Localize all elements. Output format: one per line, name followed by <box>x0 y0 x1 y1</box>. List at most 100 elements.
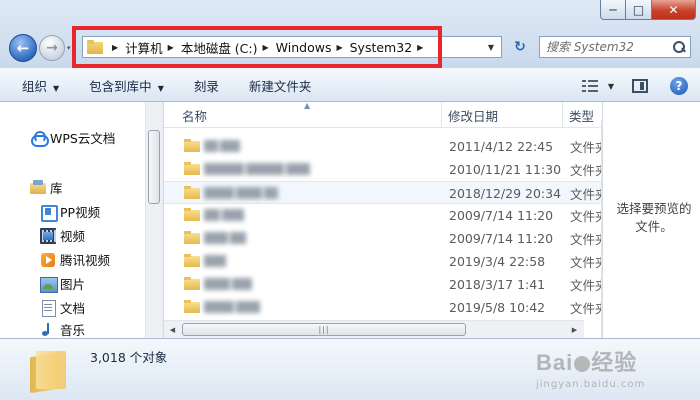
file-date-modified: 2009/7/14 11:20 <box>449 231 554 246</box>
file-row[interactable]: 2019/5/8 10:42 文件夹 <box>164 296 602 319</box>
view-details-icon[interactable] <box>581 80 598 92</box>
video-icon <box>40 227 56 244</box>
file-type: 文件夹 <box>570 232 602 247</box>
scroll-left-arrow-icon[interactable]: ◀ <box>164 321 181 338</box>
scrollbar-thumb[interactable] <box>148 130 160 204</box>
file-type: 文件夹 <box>570 209 602 224</box>
file-row[interactable]: 2011/4/12 22:45 文件夹 <box>164 135 602 158</box>
sidebar-item-label: 图片 <box>60 277 86 292</box>
sidebar-item-label: 视频 <box>60 229 86 244</box>
folder-icon <box>184 139 200 152</box>
title-bar: ─ □ ✕ ← → ▾ ▶ 计算机 ▶ 本地磁盘 (C:) ▶ Windows … <box>0 0 700 68</box>
sidebar-item-pictures[interactable]: 图片 <box>40 274 85 293</box>
view-controls: ▼ ? <box>581 69 700 103</box>
organize-menu-button[interactable]: 组织 ▼ <box>22 76 59 95</box>
paw-icon <box>574 356 591 372</box>
search-box[interactable] <box>539 36 691 58</box>
baidu-jingyan-watermark: Bai 经验 jingyan.baidu.com <box>536 345 696 395</box>
refresh-button[interactable]: ↻ <box>508 36 532 58</box>
file-list-pane: ▲ 名称 修改日期 类型 2011/4/12 22:45 文件夹 2010/11… <box>163 101 602 338</box>
file-date-modified: 2010/11/21 11:30 <box>449 162 562 177</box>
redacted-file-name <box>204 278 254 290</box>
folder-icon <box>184 186 200 199</box>
file-date-modified: 2018/3/17 1:41 <box>449 277 546 292</box>
folder-icon <box>184 231 200 244</box>
burn-button[interactable]: 刻录 <box>194 76 219 95</box>
file-date-modified: 2018/12/29 20:34 <box>449 186 562 201</box>
redacted-file-name <box>204 255 228 267</box>
help-icon[interactable]: ? <box>670 77 688 95</box>
column-header-date-modified[interactable]: 修改日期 <box>442 102 563 128</box>
sidebar-item-music[interactable]: 音乐 <box>40 321 85 338</box>
forward-button[interactable]: → <box>39 35 65 61</box>
library-icon <box>30 179 46 196</box>
file-row[interactable]: 2018/3/17 1:41 文件夹 <box>164 273 602 296</box>
details-pane: 3,018 个对象 Bai 经验 jingyan.baidu.com <box>0 338 700 400</box>
redacted-file-name <box>204 187 280 199</box>
file-type: 文件夹 <box>570 278 602 293</box>
file-type: 文件夹 <box>570 255 602 270</box>
scroll-down-arrow-icon[interactable] <box>146 321 162 338</box>
file-row-hovered[interactable]: 2018/12/29 20:34 文件夹 <box>164 181 602 204</box>
organize-label: 组织 <box>22 78 48 94</box>
file-date-modified: 2011/4/12 22:45 <box>449 139 554 154</box>
sidebar-item-label: 库 <box>50 181 63 196</box>
sidebar-item-documents[interactable]: 文档 <box>40 298 85 317</box>
navigation-pane-scrollbar[interactable] <box>145 102 162 338</box>
chevron-down-icon: ▼ <box>157 83 164 93</box>
file-list-horizontal-scrollbar[interactable]: ◀ ||| ▶ <box>164 320 584 338</box>
search-icon[interactable] <box>672 40 686 54</box>
chevron-down-icon: ▼ <box>53 83 60 93</box>
maximize-button[interactable]: □ <box>626 0 652 20</box>
redacted-file-name <box>204 140 242 152</box>
sidebar-item-label: 音乐 <box>60 323 86 338</box>
back-button[interactable]: ← <box>9 34 37 62</box>
file-row[interactable]: 2009/7/14 11:20 文件夹 <box>164 204 602 227</box>
include-in-library-label: 包含到库中 <box>89 78 152 94</box>
watermark-text-b: 经验 <box>591 350 638 375</box>
address-history-chevron-icon[interactable]: ▼ <box>480 36 502 58</box>
file-type: 文件夹 <box>570 187 602 202</box>
sidebar-item-label: 腾讯视频 <box>60 253 111 268</box>
item-count-label: 3,018 个对象 <box>90 350 168 365</box>
file-date-modified: 2019/3/4 22:58 <box>449 254 546 269</box>
redacted-file-name <box>204 163 312 175</box>
minimize-button[interactable]: ─ <box>600 0 626 20</box>
search-input[interactable] <box>546 40 666 54</box>
column-header-name[interactable]: 名称 <box>176 102 442 128</box>
pp-video-icon <box>40 204 58 222</box>
column-header-type[interactable]: 类型 <box>563 102 602 128</box>
sidebar-item-label: PP视频 <box>60 205 101 220</box>
file-row[interactable]: 2019/3/4 22:58 文件夹 <box>164 250 602 273</box>
sidebar-item-tencent-video[interactable]: 腾讯视频 <box>40 250 110 269</box>
watermark-text-a: Bai <box>536 350 574 375</box>
sidebar-item-wps-cloud[interactable]: WPS云文档 <box>30 128 115 147</box>
redacted-file-name <box>204 232 248 244</box>
music-icon <box>40 322 56 338</box>
address-highlight-box <box>72 26 442 68</box>
file-date-modified: 2009/7/14 11:20 <box>449 208 554 223</box>
sidebar-item-video[interactable]: 视频 <box>40 226 85 245</box>
folder-icon <box>184 254 200 267</box>
sidebar-item-pp-video[interactable]: PP视频 <box>40 202 101 222</box>
include-in-library-button[interactable]: 包含到库中 ▼ <box>89 76 164 95</box>
file-type: 文件夹 <box>570 163 602 178</box>
preview-pane-toggle-icon[interactable] <box>632 79 648 93</box>
close-button[interactable]: ✕ <box>652 0 696 20</box>
picture-icon <box>40 276 58 293</box>
new-folder-button[interactable]: 新建文件夹 <box>249 76 312 95</box>
sidebar-item-label: WPS云文档 <box>50 131 116 146</box>
view-options-chevron-icon[interactable]: ▼ <box>608 82 614 91</box>
file-row[interactable]: 2010/11/21 11:30 文件夹 <box>164 158 602 181</box>
scrollbar-thumb[interactable]: ||| <box>182 323 466 336</box>
document-icon <box>40 299 56 317</box>
sidebar-item-library[interactable]: 库 <box>30 178 63 197</box>
scroll-up-arrow-icon[interactable] <box>146 102 162 119</box>
file-row[interactable]: 2009/7/14 11:20 文件夹 <box>164 227 602 250</box>
folder-icon <box>184 162 200 175</box>
scroll-right-arrow-icon[interactable]: ▶ <box>566 321 583 338</box>
tencent-video-icon <box>40 252 56 268</box>
redacted-file-name <box>204 209 246 221</box>
redacted-file-name <box>204 301 262 313</box>
cloud-icon <box>30 130 49 147</box>
